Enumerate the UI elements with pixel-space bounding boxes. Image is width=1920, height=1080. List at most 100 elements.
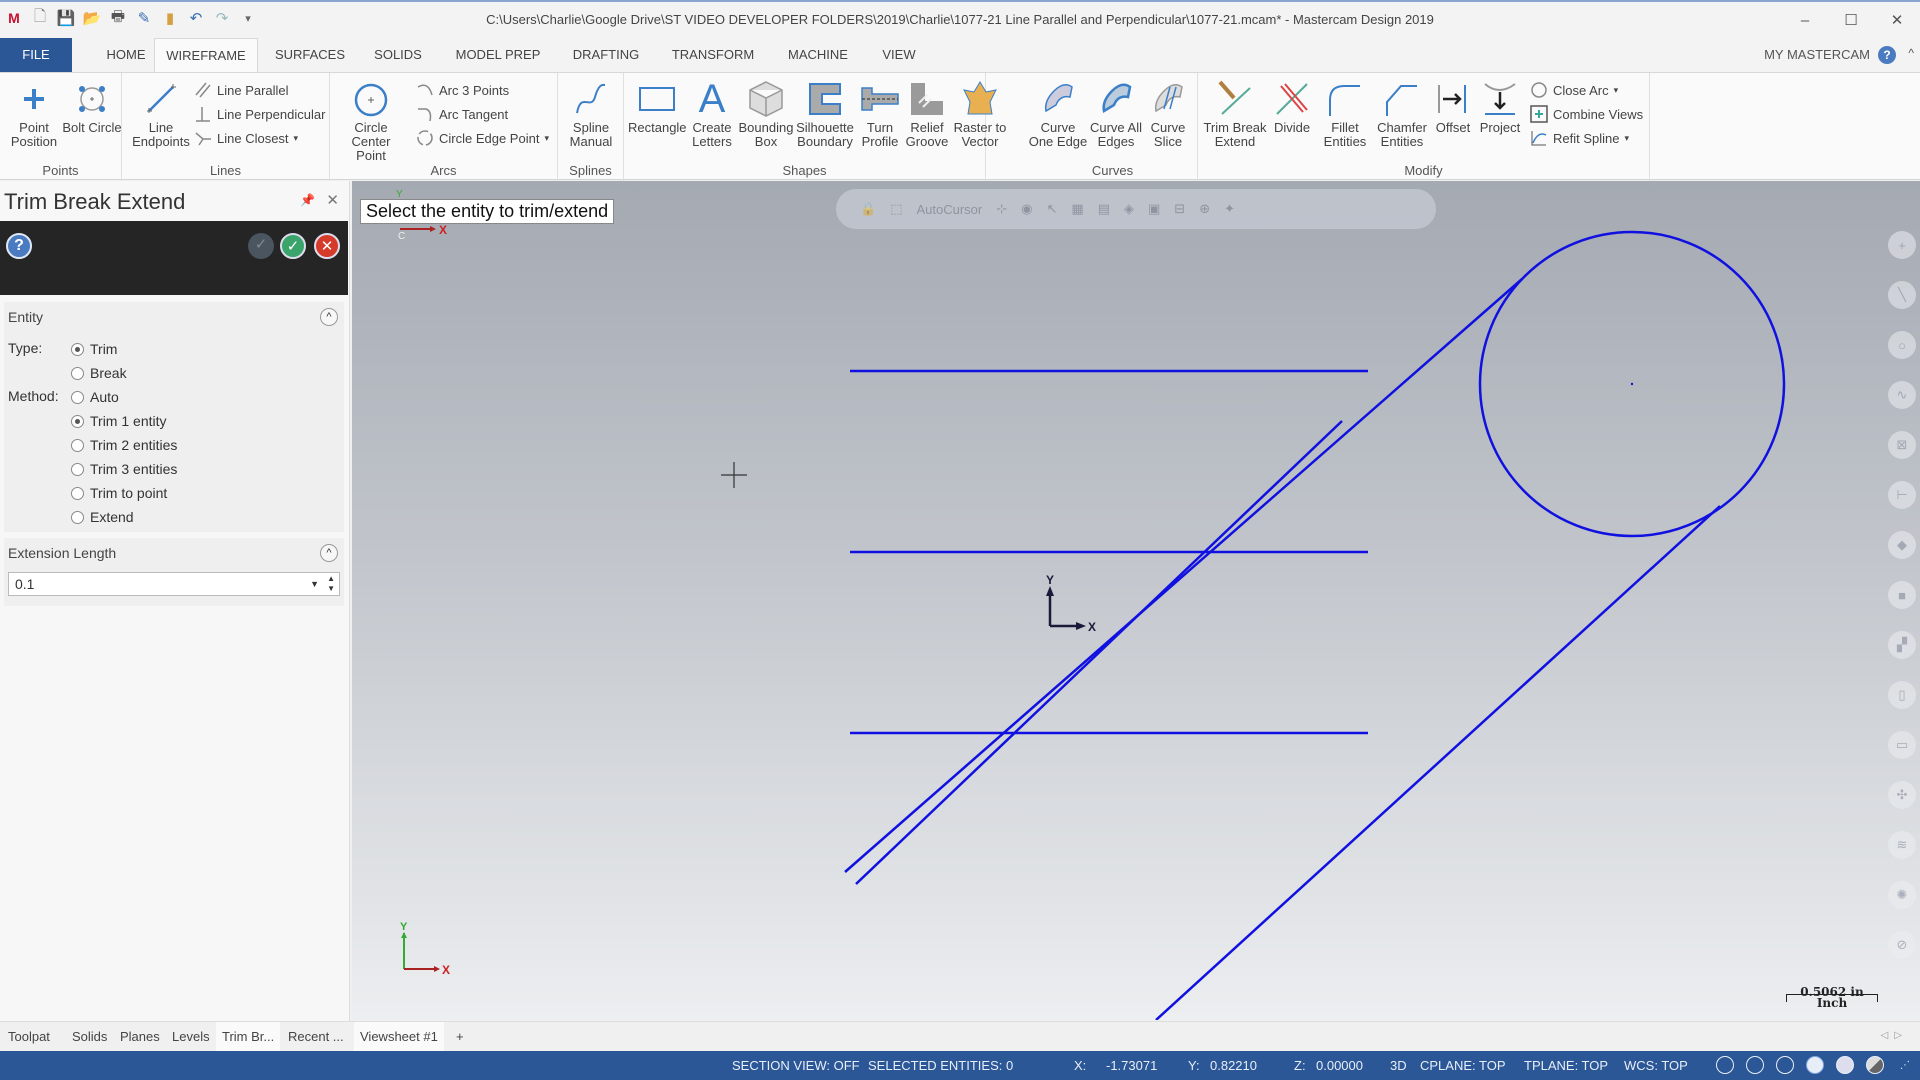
autocursor-dropdown[interactable]: AutoCursor (916, 202, 982, 217)
tab-surfaces[interactable]: SURFACES (270, 38, 350, 72)
select-cursor-icon[interactable]: ⬚ (890, 201, 902, 217)
viewsheet-nav-arrows[interactable]: ◁▷ (1881, 1030, 1908, 1041)
project-button[interactable]: Project (1474, 77, 1526, 135)
apply-icon[interactable]: ✓ (248, 233, 274, 259)
hidden-line-icon[interactable] (1746, 1056, 1764, 1074)
mask-dimension-icon[interactable]: ⊢ (1888, 481, 1916, 509)
mask-color-icon[interactable]: ✣ (1888, 781, 1916, 809)
mask-results-icon[interactable]: ▯ (1888, 681, 1916, 709)
tangent-line-lower[interactable] (1155, 505, 1721, 1020)
tab-trim-break[interactable]: Trim Br... (216, 1022, 281, 1052)
radio-trim-to-point[interactable]: Trim to point (71, 485, 167, 501)
radio-trim[interactable]: Trim (71, 341, 117, 357)
create-letters-button[interactable]: A Create Letters (686, 77, 738, 149)
trim-break-extend-button[interactable]: Trim Break Extend (1202, 77, 1268, 149)
relief-groove-button[interactable]: Relief Groove (902, 77, 952, 149)
tab-view[interactable]: VIEW (874, 38, 924, 72)
wcs-status[interactable]: WCS: TOP (1624, 1051, 1688, 1080)
snap-grid-icon[interactable]: ⊹ (996, 201, 1007, 217)
translucency-icon[interactable] (1866, 1056, 1884, 1074)
graphics-viewport[interactable]: YX Select the entity to trim/extend Y X … (352, 181, 1920, 1020)
wireframe-display-icon[interactable] (1716, 1056, 1734, 1074)
parallel-line[interactable] (855, 420, 1343, 885)
line-perpendicular-button[interactable]: Line Perpendicular (194, 103, 325, 125)
cancel-icon[interactable]: ✕ (314, 233, 340, 259)
mask-level-icon[interactable]: ≋ (1888, 831, 1916, 859)
help-icon[interactable]: ? (6, 233, 32, 259)
chamfer-entities-button[interactable]: Chamfer Entities (1372, 77, 1432, 149)
combine-views-button[interactable]: Combine Views (1530, 103, 1643, 125)
radio-extend[interactable]: Extend (71, 509, 134, 525)
add-viewsheet-button[interactable]: + (450, 1022, 470, 1052)
mask-spline-icon[interactable]: ∿ (1888, 381, 1916, 409)
mask-groups-icon[interactable]: ▭ (1888, 731, 1916, 759)
verify-icon[interactable]: ⊕ (1199, 201, 1210, 217)
cplane-status[interactable]: CPLANE: TOP (1420, 1051, 1506, 1080)
mask-point-icon[interactable]: + (1888, 231, 1916, 259)
divide-button[interactable]: Divide (1266, 77, 1318, 135)
silhouette-boundary-button[interactable]: Silhouette Boundary (794, 77, 856, 149)
tab-machine[interactable]: MACHINE (780, 38, 856, 72)
rectangle-button[interactable]: Rectangle (628, 77, 687, 135)
my-mastercam-link[interactable]: MY MASTERCAM (1764, 38, 1870, 72)
tab-file[interactable]: FILE (0, 38, 72, 72)
help-icon[interactable]: ? (1878, 46, 1896, 64)
spline-manual-button[interactable]: Spline Manual (561, 77, 621, 149)
bolt-circle-button[interactable]: Bolt Circle (62, 77, 122, 135)
tab-planes[interactable]: Planes (114, 1022, 166, 1052)
shaded-edges-icon[interactable] (1836, 1056, 1854, 1074)
panel-close-icon[interactable]: ✕ (326, 191, 339, 209)
mask-all-icon[interactable]: ✺ (1888, 881, 1916, 909)
point-position-button[interactable]: Point Position (4, 77, 64, 149)
point-snap-icon[interactable]: ◉ (1021, 201, 1032, 217)
refit-spline-button[interactable]: Refit Spline ▾ (1530, 127, 1629, 149)
section-view-status[interactable]: SECTION VIEW: OFF (732, 1051, 860, 1080)
radio-trim-2-entities[interactable]: Trim 2 entities (71, 437, 177, 453)
collapse-entity-icon[interactable]: ^ (320, 308, 338, 326)
solid-select-icon[interactable]: ◈ (1124, 201, 1134, 217)
pin-icon[interactable]: 📌 (300, 193, 315, 207)
turn-profile-button[interactable]: Turn Profile (856, 77, 904, 149)
maximize-button[interactable]: ☐ (1828, 6, 1874, 34)
tangent-line-upper[interactable] (844, 278, 1523, 873)
tab-toolpaths[interactable]: Toolpat (2, 1022, 56, 1052)
tab-transform[interactable]: TRANSFORM (665, 38, 761, 72)
z-depth[interactable]: 0.00000 (1316, 1051, 1363, 1080)
tplane-status[interactable]: TPLANE: TOP (1524, 1051, 1608, 1080)
dropdown-icon[interactable]: ▼ (310, 573, 319, 595)
lock-icon[interactable]: 🔒 (860, 201, 876, 217)
tab-model-prep[interactable]: MODEL PREP (448, 38, 548, 72)
offset-button[interactable]: Offset (1430, 77, 1476, 135)
collapse-extension-icon[interactable]: ^ (320, 544, 338, 562)
raster-to-vector-button[interactable]: Raster to Vector (952, 77, 1008, 149)
shaded-outline-icon[interactable] (1776, 1056, 1794, 1074)
mask-solid-icon[interactable]: ◆ (1888, 531, 1916, 559)
line-endpoints-button[interactable]: Line Endpoints (126, 77, 196, 149)
ok-icon[interactable]: ✓ (280, 233, 306, 259)
selection-mode-icon[interactable]: ▦ (1071, 201, 1083, 217)
tab-solids[interactable]: SOLIDS (365, 38, 431, 72)
tab-solids-manager[interactable]: Solids (66, 1022, 113, 1052)
tab-levels[interactable]: Levels (166, 1022, 216, 1052)
radio-trim-1-entity[interactable]: Trim 1 entity (71, 413, 167, 429)
circle-center-point-button[interactable]: Circle Center Point (336, 77, 406, 163)
clear-masks-icon[interactable]: ⊘ (1888, 931, 1916, 959)
mask-icon[interactable]: ⊟ (1174, 201, 1185, 217)
circle-edge-point-button[interactable]: Circle Edge Point ▾ (416, 127, 549, 149)
fillet-entities-button[interactable]: Fillet Entities (1316, 77, 1374, 149)
mask-line-icon[interactable]: ╲ (1888, 281, 1916, 309)
line-closest-button[interactable]: Line Closest ▾ (194, 127, 298, 149)
geometry-canvas[interactable]: YX (352, 181, 1920, 1020)
bounding-box-button[interactable]: Bounding Box (738, 77, 794, 149)
radio-auto[interactable]: Auto (71, 389, 119, 405)
mask-mesh-icon[interactable]: ▞ (1888, 631, 1916, 659)
close-button[interactable]: ✕ (1874, 6, 1920, 34)
line-parallel-button[interactable]: Line Parallel (194, 79, 289, 101)
radio-break[interactable]: Break (71, 365, 127, 381)
spinner-icon[interactable]: ▲ ▼ (327, 574, 335, 594)
tab-recent[interactable]: Recent ... (282, 1022, 350, 1052)
tab-viewsheet-1[interactable]: Viewsheet #1 (354, 1022, 444, 1052)
window-select-icon[interactable]: ▣ (1148, 201, 1160, 217)
close-arc-button[interactable]: Close Arc ▾ (1530, 79, 1618, 101)
curve-one-edge-button[interactable]: Curve One Edge (1028, 77, 1088, 149)
